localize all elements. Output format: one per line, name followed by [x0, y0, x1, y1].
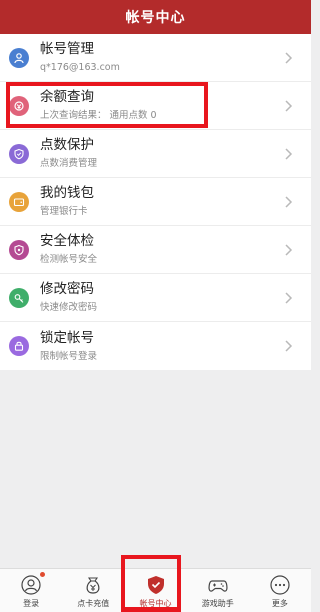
tab-label: 游戏助手 — [201, 599, 234, 608]
menu-item-title: 锁定帐号 — [40, 329, 94, 346]
menu-item-title: 我的钱包 — [40, 185, 94, 201]
wallet-icon — [9, 191, 29, 212]
user-login-icon — [21, 575, 41, 595]
header-bar: 帐号中心 — [0, 0, 311, 34]
tab-more[interactable]: 更多 — [249, 569, 311, 612]
user-icon — [9, 47, 29, 68]
chevron-right-icon — [285, 243, 301, 256]
menu-item-title: 余额查询 — [40, 89, 94, 105]
chevron-right-icon — [285, 291, 301, 304]
menu-item-title: 安全体检 — [40, 233, 94, 249]
menu-item-subtitle: 快速修改密码 — [40, 302, 98, 313]
tab-label: 帐号中心 — [139, 599, 172, 608]
gamepad-icon — [208, 580, 228, 592]
menu-item-subtitle: 管理银行卡 — [40, 206, 88, 217]
lock-icon — [9, 336, 29, 356]
menu-item-my-wallet[interactable]: 我的钱包 管理银行卡 — [0, 178, 311, 226]
chevron-right-icon — [285, 99, 301, 112]
card-recharge-icon — [86, 577, 100, 594]
tab-label: 登录 — [23, 599, 40, 608]
shield-icon — [9, 143, 29, 164]
tab-label: 点卡充值 — [77, 599, 110, 608]
menu-item-balance-query[interactable]: 余额查询 上次查询结果： 通用点数 0 — [0, 82, 311, 130]
key-icon — [9, 287, 29, 308]
chevron-right-icon — [285, 51, 301, 64]
tab-account-center[interactable]: 帐号中心 — [124, 569, 186, 612]
menu-item-points-protection[interactable]: 点数保护 点数消费管理 — [0, 130, 311, 178]
menu-item-subtitle: 点数消费管理 — [40, 158, 98, 169]
menu-item-title: 点数保护 — [40, 137, 94, 153]
menu-list: 帐号管理 q*176@163.com 余额查询 上次查询结果： 通用点数 0 点… — [0, 34, 311, 370]
menu-item-subtitle: 限制帐号登录 — [40, 350, 98, 362]
chevron-right-icon — [285, 195, 301, 208]
menu-item-subtitle: 检测帐号安全 — [40, 254, 98, 265]
shield-check-icon — [147, 576, 164, 594]
chevron-right-icon — [285, 147, 301, 160]
menu-item-subtitle: 上次查询结果： 通用点数 0 — [40, 110, 157, 121]
menu-item-title: 帐号管理 — [40, 41, 94, 57]
page-title: 帐号中心 — [125, 10, 186, 26]
tab-card-recharge[interactable]: 点卡充值 — [62, 569, 124, 612]
chevron-right-icon — [285, 340, 301, 352]
menu-item-title: 修改密码 — [40, 281, 94, 297]
notification-dot — [40, 572, 45, 577]
more-icon — [270, 575, 290, 595]
menu-item-security-check[interactable]: 安全体检 检测帐号安全 — [0, 226, 311, 274]
coin-icon — [9, 95, 29, 116]
menu-item-change-password[interactable]: 修改密码 快速修改密码 — [0, 274, 311, 322]
tab-login[interactable]: 登录 — [0, 569, 62, 612]
menu-item-account-management[interactable]: 帐号管理 q*176@163.com — [0, 34, 311, 82]
tab-game-assistant[interactable]: 游戏助手 — [187, 569, 249, 612]
security-check-icon — [9, 239, 29, 260]
bottom-tab-bar: 登录 点卡充值 帐号中心 游戏助手 更多 — [0, 555, 311, 612]
tab-label: 更多 — [271, 599, 288, 608]
menu-item-lock-account[interactable]: 锁定帐号 限制帐号登录 — [0, 322, 311, 370]
menu-item-subtitle: q*176@163.com — [40, 62, 120, 73]
